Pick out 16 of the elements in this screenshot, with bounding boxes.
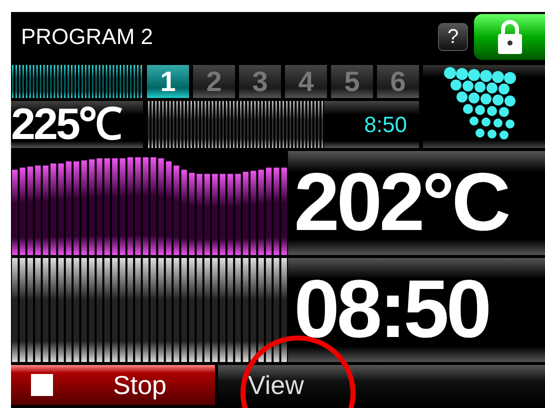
step-tab[interactable]: 2	[193, 65, 235, 98]
step-tab[interactable]: 6	[377, 65, 419, 98]
program-title: PROGRAM 2	[21, 24, 154, 50]
step-tab[interactable]: 3	[239, 65, 281, 98]
current-temperature: 202°C	[288, 151, 545, 255]
help-button[interactable]: ?	[438, 23, 468, 51]
stop-square-icon	[31, 374, 53, 396]
padlock-icon	[496, 20, 522, 54]
step-tab[interactable]: 1	[147, 65, 189, 98]
step-tab[interactable]: 4	[285, 65, 327, 98]
remaining-time: 08:50	[288, 258, 545, 362]
setpoint-temperature: 225℃	[11, 101, 143, 148]
lock-button[interactable]	[474, 14, 545, 60]
stop-button[interactable]: Stop	[11, 365, 215, 405]
step-tab[interactable]: 5	[331, 65, 373, 98]
step-time: 8:50	[324, 101, 419, 148]
